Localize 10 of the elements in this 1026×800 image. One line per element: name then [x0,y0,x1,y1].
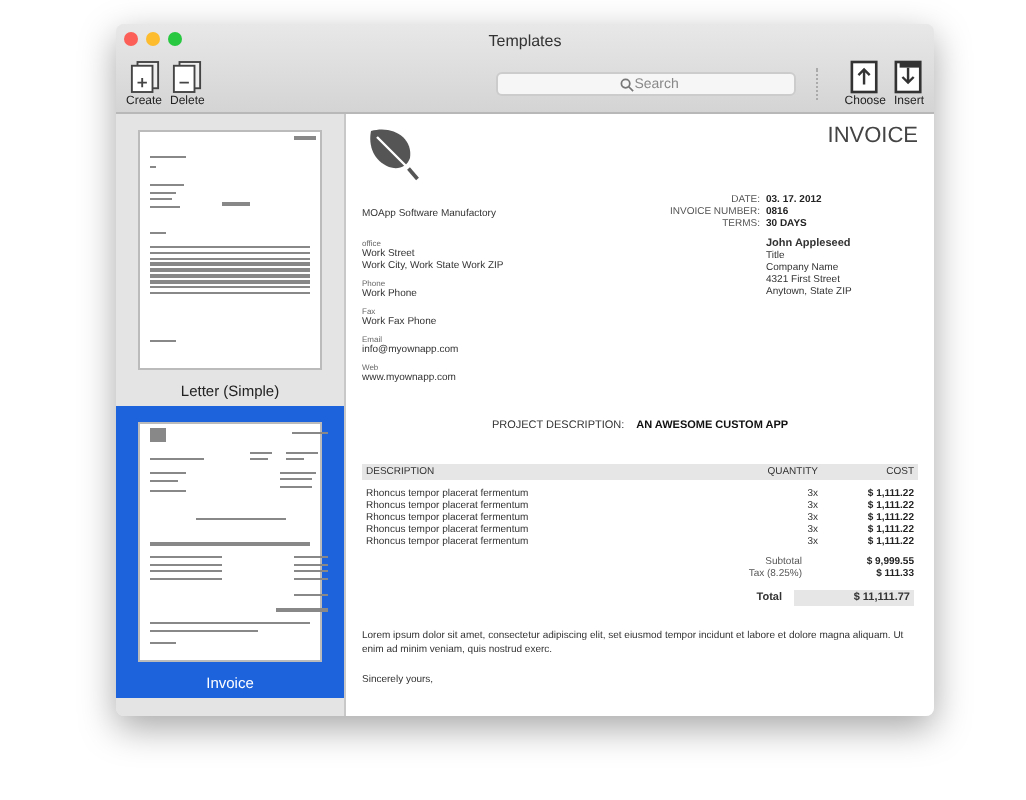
minimize-button[interactable] [146,32,160,46]
new-document-icon [129,60,159,94]
invoice-title: INVOICE [827,124,918,148]
window-title: Templates [488,31,562,49]
zoom-button[interactable] [168,32,182,46]
close-button[interactable] [124,32,138,46]
search-icon [620,77,635,91]
remove-document-icon [172,60,203,94]
upload-icon [850,60,881,94]
download-icon [893,60,924,94]
